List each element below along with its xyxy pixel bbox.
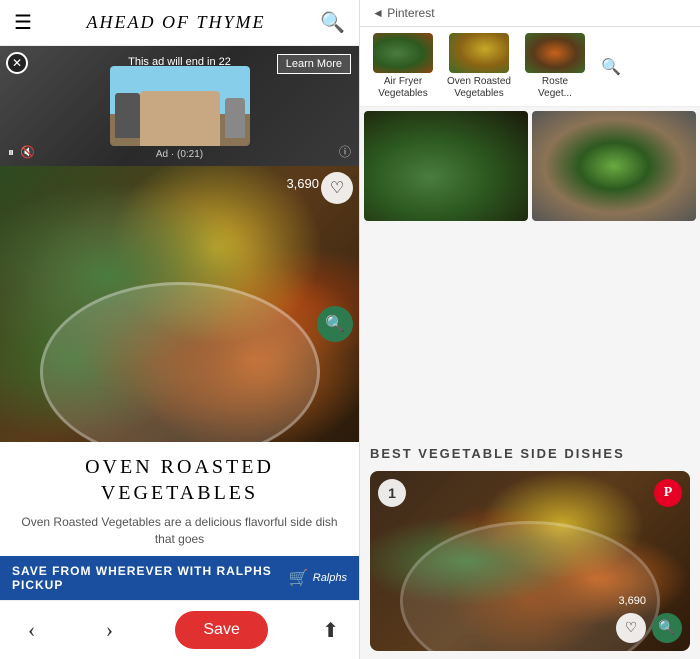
heart-icon-featured: ♡ (625, 620, 638, 637)
recipe-info: OVEN ROASTED VEGETABLES Oven Roasted Veg… (0, 442, 359, 556)
search-thumb-image-2 (449, 33, 509, 73)
pinterest-icon-card[interactable]: P (654, 479, 682, 507)
ad-content: This ad will end in 22 Learn More ⏸ 🔇 Ad… (0, 46, 359, 166)
search-thumb-image-1 (373, 33, 433, 73)
pinterest-header: ◄ Pinterest (360, 0, 700, 27)
ralphs-ad-banner[interactable]: SAVE FROM WHEREVER WITH RALPHS PICKUP 🛒 … (0, 556, 359, 600)
ad-mute-button[interactable]: 🔇 (20, 145, 35, 160)
best-veg-title: BEST VEGETABLE SIDE DISHES (370, 446, 690, 461)
heart-button-left[interactable]: ♡ (321, 172, 353, 204)
pinterest-back-button[interactable]: ◄ Pinterest (372, 6, 435, 20)
search-icon-inline[interactable]: 🔍 (596, 33, 626, 100)
ad-overlay: ✕ This ad will end in 22 Learn More ⏸ 🔇 … (0, 46, 359, 166)
share-button[interactable]: ⬆ (322, 618, 339, 643)
featured-save-count: 3,690 (618, 595, 646, 607)
best-veg-section: BEST VEGETABLE SIDE DISHES 1 P 3,690 ♡ 🔍 (360, 434, 700, 659)
ad-person-left (115, 93, 140, 138)
food-grid (360, 107, 700, 225)
cart-icon: 🛒 (289, 568, 309, 588)
content-spacer (360, 225, 700, 434)
forward-button[interactable]: › (98, 613, 121, 647)
ralphs-name: Ralphs (313, 572, 347, 584)
ad-play-button[interactable]: ⏸ (8, 145, 14, 160)
header: ☰ AHEAD OF THYME 🔍 (0, 0, 359, 46)
ad-timer: Ad · (0:21) (156, 149, 203, 160)
ad-scene-image (110, 66, 250, 146)
ralphs-logo: 🛒 Ralphs (289, 568, 347, 588)
ad-close-button[interactable]: ✕ (6, 52, 28, 74)
magnify-icon-featured: 🔍 (658, 620, 675, 637)
site-title: AHEAD OF THYME (87, 12, 266, 33)
save-count-left: 3,690 (286, 176, 319, 191)
search-thumb-label-1: Air FryerVegetables (378, 76, 428, 100)
ad-learn-more-button[interactable]: Learn More (277, 54, 351, 74)
ad-ends-text: This ad will end in 22 (128, 56, 231, 68)
save-button[interactable]: Save (175, 611, 267, 649)
grid-food-item-2[interactable] (532, 111, 696, 221)
magnify-icon: 🔍 (325, 314, 345, 334)
featured-number: 1 (378, 479, 406, 507)
search-thumb-label-2: Oven RoastedVegetables (447, 76, 511, 100)
heart-icon: ♡ (330, 178, 344, 198)
recipe-description: Oven Roasted Vegetables are a delicious … (16, 514, 343, 548)
bottom-navigation: ‹ › Save ⬆ (0, 600, 359, 659)
right-panel: ◄ Pinterest Air FryerVegetables Oven Roa… (360, 0, 700, 659)
ad-controls: ⏸ 🔇 (8, 145, 35, 160)
left-panel: ☰ AHEAD OF THYME 🔍 ✕ This ad will end in… (0, 0, 360, 659)
search-thumb-item-3[interactable]: RosteVeget... (520, 33, 590, 100)
ad-person-right (225, 98, 245, 138)
recipe-main-image: 3,690 ♡ 🔍 (0, 166, 359, 442)
title-italic: THYME (197, 12, 266, 32)
search-thumb-label-3: RosteVeget... (538, 76, 572, 100)
search-icon[interactable]: 🔍 (320, 10, 345, 35)
menu-icon[interactable]: ☰ (14, 13, 32, 33)
featured-heart-button[interactable]: ♡ (616, 613, 646, 643)
featured-magnify-button[interactable]: 🔍 (652, 613, 682, 643)
search-thumb-image-3 (525, 33, 585, 73)
search-row: Air FryerVegetables Oven RoastedVegetabl… (360, 27, 700, 107)
search-thumb-item-1[interactable]: Air FryerVegetables (368, 33, 438, 100)
back-button[interactable]: ‹ (20, 613, 43, 647)
ad-info-icon[interactable]: ⓘ (339, 143, 351, 160)
featured-card: 1 P 3,690 ♡ 🔍 (370, 471, 690, 651)
ralphs-ad-text: SAVE FROM WHEREVER WITH RALPHS PICKUP (12, 564, 289, 592)
recipe-title: OVEN ROASTED VEGETABLES (16, 454, 343, 506)
search-thumb-item-2[interactable]: Oven RoastedVegetables (444, 33, 514, 100)
title-text: AHEAD OF (87, 12, 190, 32)
pinterest-p-icon: P (664, 485, 673, 501)
grid-food-item-1[interactable] (364, 111, 528, 221)
